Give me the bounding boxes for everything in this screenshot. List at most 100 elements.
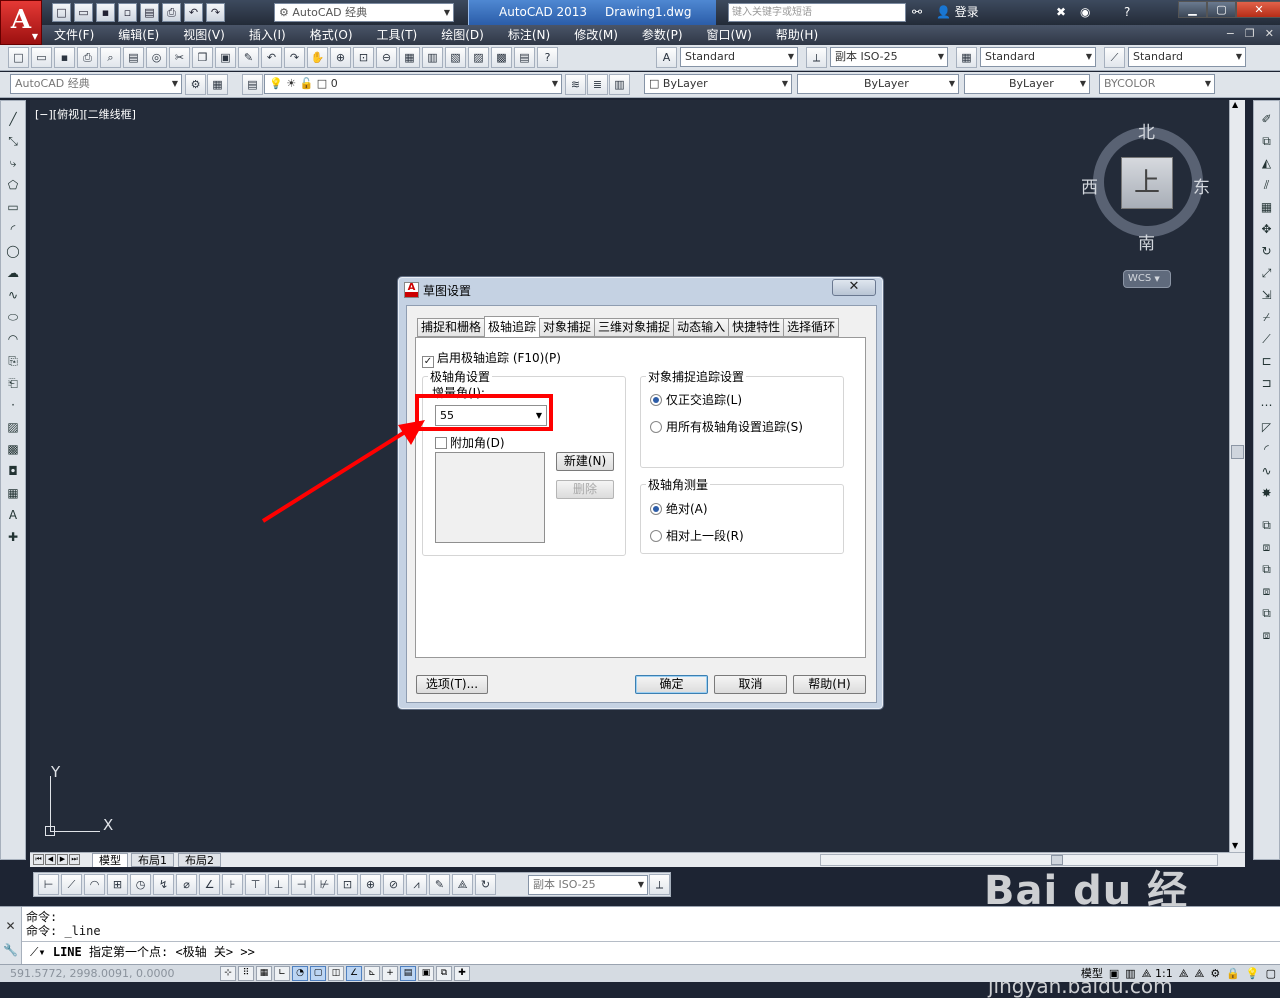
- annotation-visibility-icon[interactable]: ⟁: [1179, 966, 1189, 982]
- polyline-icon[interactable]: ⤷: [3, 153, 23, 174]
- dim-space-icon[interactable]: ⊣: [291, 874, 312, 895]
- ellipse-icon[interactable]: ⬭: [3, 307, 23, 328]
- additional-angle-list[interactable]: [435, 452, 545, 543]
- dim-style-icon[interactable]: ⟂: [806, 47, 827, 68]
- workspace-switch-icon[interactable]: ⚙: [1210, 966, 1220, 982]
- workspace-combo-2[interactable]: AutoCAD 经典 ▼: [10, 74, 182, 94]
- relative-radio[interactable]: 相对上一段(R): [650, 527, 744, 544]
- diameter-icon[interactable]: ⌀: [176, 874, 197, 895]
- doc-close-button[interactable]: ✕: [1265, 27, 1274, 40]
- dim-style-manager-icon[interactable]: ⟂: [649, 874, 670, 895]
- menu-item-7[interactable]: 标注(N): [496, 25, 562, 45]
- bring-above-icon[interactable]: ⧉: [1257, 559, 1277, 580]
- annotation-scale-button[interactable]: ⟁ 1:1: [1142, 966, 1173, 982]
- send-under-icon[interactable]: ⧈: [1257, 581, 1277, 602]
- scroll-up-icon[interactable]: ▲: [1232, 100, 1238, 109]
- dim-style-combo[interactable]: 副本 ISO-25 ▼: [830, 47, 948, 67]
- revision-cloud-icon[interactable]: ☁: [3, 263, 23, 284]
- break-at-point-icon[interactable]: ⊏: [1257, 351, 1277, 372]
- scale-icon[interactable]: ⤢: [1257, 263, 1277, 284]
- zoom-previous-icon[interactable]: ⊖: [376, 47, 397, 68]
- spline-icon[interactable]: ∿: [3, 285, 23, 306]
- dim-text-edit-icon[interactable]: ⟁: [452, 874, 473, 895]
- open-file-icon[interactable]: ▭: [74, 3, 93, 22]
- stretch-icon[interactable]: ⇲: [1257, 285, 1277, 306]
- arc-icon[interactable]: ◜: [3, 219, 23, 240]
- pan-icon[interactable]: ✋: [307, 47, 328, 68]
- binoculars-icon[interactable]: ⚯: [912, 2, 922, 23]
- properties-icon[interactable]: ▦: [399, 47, 420, 68]
- save-icon[interactable]: ▪: [54, 47, 75, 68]
- clean-screen-icon[interactable]: ▢: [1266, 966, 1276, 982]
- lineweight-combo[interactable]: ByLayer ▼: [964, 74, 1090, 94]
- doc-minimize-button[interactable]: −: [1226, 27, 1235, 40]
- dialog-tab-5[interactable]: 快捷特性: [728, 318, 784, 337]
- snap-toggle[interactable]: ⠿: [238, 966, 254, 981]
- redo-icon[interactable]: ↷: [284, 47, 305, 68]
- join-icon[interactable]: ⋯: [1257, 395, 1277, 416]
- viewport-controls-label[interactable]: [−][俯视][二维线框]: [35, 106, 136, 122]
- autodesk-360-icon[interactable]: ◉: [1080, 2, 1090, 23]
- close-icon[interactable]: ✕: [0, 919, 21, 933]
- quick-view-layouts-icon[interactable]: ▣: [1109, 966, 1119, 982]
- zoom-realtime-icon[interactable]: ⊕: [330, 47, 351, 68]
- inspect-icon[interactable]: ⊘: [383, 874, 404, 895]
- markup-icon[interactable]: ▩: [491, 47, 512, 68]
- model-space-button[interactable]: 模型: [1081, 966, 1103, 982]
- ortho-toggle[interactable]: ∟: [274, 966, 290, 981]
- quick-view-drawings-icon[interactable]: ▥: [1125, 966, 1135, 982]
- close-window-button[interactable]: ✕: [1236, 1, 1280, 18]
- sheet-set-icon[interactable]: ▨: [468, 47, 489, 68]
- open-icon[interactable]: ▭: [31, 47, 52, 68]
- layer-manager-icon[interactable]: ▤: [242, 74, 263, 95]
- mleader-style-combo[interactable]: Standard ▼: [1128, 47, 1246, 67]
- layer-combo[interactable]: 💡 ☀ 🔓 □ 0 ▼: [264, 74, 562, 94]
- match-prop-icon[interactable]: ✎: [238, 47, 259, 68]
- rectangle-icon[interactable]: ▭: [3, 197, 23, 218]
- hscroll-thumb[interactable]: [1051, 855, 1063, 865]
- scroll-thumb[interactable]: [1231, 445, 1244, 459]
- osnap-toggle[interactable]: ▢: [310, 966, 326, 981]
- aligned-dim-icon[interactable]: ⟋: [61, 874, 82, 895]
- otrack-toggle[interactable]: ∠: [346, 966, 362, 981]
- publish-icon[interactable]: ▤: [123, 47, 144, 68]
- menu-item-8[interactable]: 修改(M): [562, 25, 630, 45]
- absolute-radio[interactable]: 绝对(A): [650, 500, 708, 517]
- login-button[interactable]: 👤 登录: [936, 2, 979, 23]
- offset-icon[interactable]: ⫽: [1257, 175, 1277, 196]
- isolate-objects-icon[interactable]: 💡: [1246, 966, 1260, 982]
- fillet-icon[interactable]: ◜: [1257, 439, 1277, 460]
- dialog-tab-2[interactable]: 对象捕捉: [539, 318, 595, 337]
- linear-dim-icon[interactable]: ⊢: [38, 874, 59, 895]
- text-style-combo[interactable]: Standard ▼: [680, 47, 798, 67]
- maximize-button[interactable]: ▢: [1207, 1, 1236, 18]
- chamfer-icon[interactable]: ◸: [1257, 417, 1277, 438]
- point-icon[interactable]: ·: [3, 395, 23, 416]
- text-front-icon[interactable]: ⧉: [1257, 603, 1277, 624]
- compass-west[interactable]: 西: [1081, 173, 1098, 198]
- line-icon[interactable]: ╱: [3, 109, 23, 130]
- dialog-tab-4[interactable]: 动态输入: [673, 318, 729, 337]
- first-tab-icon[interactable]: ⏮: [33, 854, 44, 865]
- prev-tab-icon[interactable]: ◀: [45, 854, 56, 865]
- undo-icon[interactable]: ↶: [261, 47, 282, 68]
- design-center-icon[interactable]: ▥: [422, 47, 443, 68]
- last-tab-icon[interactable]: ⏭: [69, 854, 80, 865]
- baseline-icon[interactable]: ⊤: [245, 874, 266, 895]
- dim-update-icon[interactable]: ↻: [475, 874, 496, 895]
- doc-restore-button[interactable]: ❐: [1245, 27, 1255, 40]
- wrench-icon[interactable]: 🔧: [0, 943, 21, 957]
- auto-scale-icon[interactable]: ⟁: [1195, 966, 1205, 982]
- tab-layout2[interactable]: 布局2: [178, 853, 221, 867]
- layer-previous-icon[interactable]: ≣: [587, 74, 608, 95]
- trim-icon[interactable]: ⌿: [1257, 307, 1277, 328]
- ellipse-arc-icon[interactable]: ◠: [3, 329, 23, 350]
- color-combo[interactable]: □ ByLayer ▼: [644, 74, 792, 94]
- lineweight-toggle[interactable]: ▤: [400, 966, 416, 981]
- hatch-back-icon[interactable]: ⧈: [1257, 625, 1277, 646]
- dialog-tab-0[interactable]: 捕捉和栅格: [417, 318, 485, 337]
- ordinate-icon[interactable]: ⊞: [107, 874, 128, 895]
- extend-icon[interactable]: ⟋: [1257, 329, 1277, 350]
- preview-icon[interactable]: ⌕: [100, 47, 121, 68]
- angular-icon[interactable]: ∠: [199, 874, 220, 895]
